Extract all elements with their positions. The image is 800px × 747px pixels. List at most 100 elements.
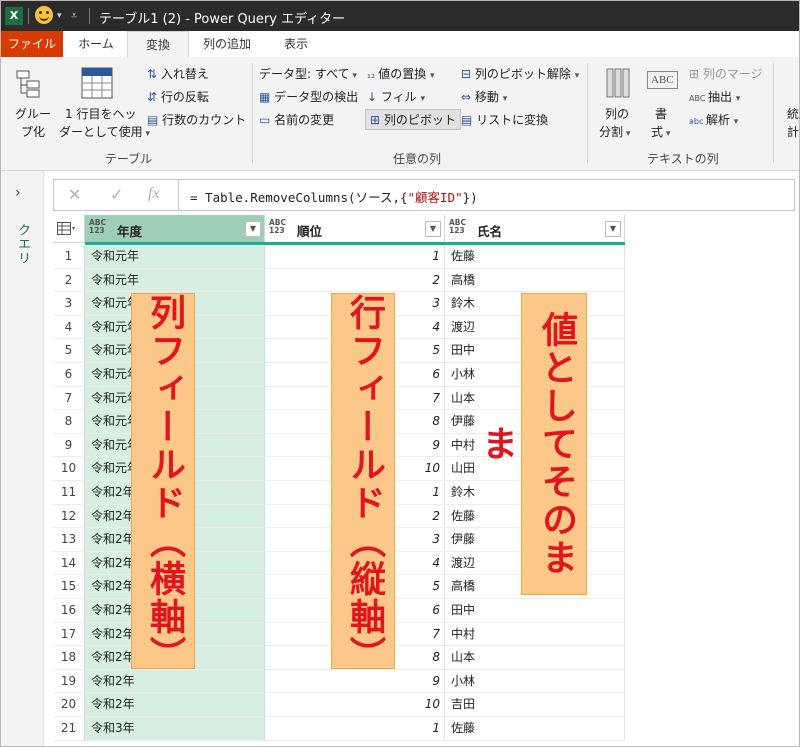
row-number[interactable]: 5	[53, 339, 85, 363]
tab-view[interactable]: 表示	[267, 31, 325, 57]
cell-name[interactable]: 中村	[445, 622, 625, 647]
cell-name[interactable]: 田中	[445, 599, 625, 623]
statistics-partial-label-1[interactable]: 統	[787, 105, 799, 122]
to-list-button[interactable]: ▤ リストに変換	[461, 111, 548, 128]
cell-rank[interactable]: 1	[265, 245, 445, 269]
unpivot-icon: ⊟	[461, 67, 475, 81]
filter-dropdown-icon[interactable]: ▼	[245, 221, 261, 237]
reverse-rows-button[interactable]: ⇵ 行の反転	[147, 88, 209, 105]
row-number[interactable]: 17	[53, 622, 85, 647]
rename-label: 名前の変更	[274, 113, 335, 127]
formula-input[interactable]: = Table.RemoveColumns(ソース,{"顧客ID"})	[190, 187, 478, 206]
queries-pane: › クエリ	[1, 171, 44, 746]
row-number[interactable]: 12	[53, 504, 85, 529]
row-number[interactable]: 16	[53, 599, 85, 623]
row-number[interactable]: 18	[53, 646, 85, 670]
merge-columns-icon: ⊞	[689, 67, 703, 81]
ribbon-separator-2	[587, 63, 588, 163]
split-column-label-1: 列の	[605, 107, 630, 121]
any-column-group-label: 任意の列	[393, 152, 442, 166]
excel-app-icon: X	[5, 7, 23, 25]
cell-name[interactable]: 佐藤	[445, 717, 625, 741]
column-header-name[interactable]: ABC 123 氏名 ▼	[445, 215, 625, 243]
group-by-label-2: プ化	[21, 125, 46, 139]
row-number[interactable]: 6	[53, 363, 85, 387]
cell-name[interactable]: 小林	[445, 669, 625, 694]
pivot-column-button[interactable]: ⊞ 列のピボット	[365, 109, 461, 130]
cell-year[interactable]: 令和3年	[85, 717, 265, 741]
filter-dropdown-icon[interactable]: ▼	[605, 221, 621, 237]
title-separator	[28, 8, 29, 24]
callout-row-field: 行フィールド（縦軸）	[331, 293, 395, 674]
replace-values-button[interactable]: ₁₂ 値の置換	[367, 65, 435, 82]
row-number[interactable]: 19	[53, 669, 85, 694]
row-number[interactable]: 10	[53, 457, 85, 481]
queries-pane-label[interactable]: クエリ	[13, 223, 32, 265]
quick-access-customize-icon[interactable]: ⩡	[71, 9, 77, 23]
merge-columns-button[interactable]: ⊞ 列のマージ	[689, 65, 763, 82]
cell-year[interactable]: 令和2年	[85, 693, 265, 717]
statistics-partial-label-2[interactable]: 計	[787, 123, 799, 140]
ribbon: グルー プ化 1 行目をヘッ ダーとして使用 ⇅ 入れ替え ⇵ 行の反転 ▤ 行…	[1, 57, 799, 171]
row-number[interactable]: 9	[53, 433, 85, 458]
detect-type-button[interactable]: ▦ データ型の検出	[259, 88, 358, 105]
transpose-label: 入れ替え	[160, 67, 209, 81]
row-number[interactable]: 8	[53, 410, 85, 434]
feedback-smiley-icon[interactable]	[35, 6, 53, 24]
commit-formula-icon[interactable]: ✓	[110, 185, 123, 204]
window: X ▾ ⩡ テーブル1 (2) - Power Query エディター ファイル…	[0, 0, 800, 747]
tab-add-column[interactable]: 列の追加	[189, 31, 265, 57]
row-number[interactable]: 11	[53, 481, 85, 505]
ribbon-separator-3	[773, 63, 774, 163]
cell-name[interactable]: 山本	[445, 646, 625, 670]
cell-name[interactable]: 吉田	[445, 693, 625, 717]
column-header-rank[interactable]: ABC 123 順位 ▼	[265, 215, 445, 243]
row-number[interactable]: 20	[53, 693, 85, 717]
move-button[interactable]: ⇔ 移動	[461, 88, 507, 105]
tab-transform[interactable]: 変換	[127, 31, 189, 59]
callout-values: 値としてそのまま	[476, 293, 587, 595]
count-rows-button[interactable]: ▤ 行数のカウント	[147, 111, 246, 128]
row-number[interactable]: 13	[53, 528, 85, 552]
expand-queries-chevron-icon[interactable]: ›	[15, 185, 21, 201]
column-header-year[interactable]: ABC 123 年度 ▼	[85, 215, 265, 243]
to-list-icon: ▤	[461, 113, 477, 127]
transpose-button[interactable]: ⇅ 入れ替え	[147, 65, 209, 82]
tab-home[interactable]: ホーム	[65, 31, 127, 57]
function-fx-icon[interactable]: fx	[148, 185, 160, 203]
data-type-dropdown[interactable]: データ型: すべて	[259, 65, 357, 82]
to-list-label: リストに変換	[476, 113, 549, 127]
filter-dropdown-icon[interactable]: ▼	[425, 221, 441, 237]
fill-button[interactable]: ↓ フィル	[367, 88, 425, 105]
fill-down-icon: ↓	[367, 90, 381, 104]
formula-suffix: })	[462, 190, 478, 205]
cell-rank[interactable]: 2	[265, 268, 445, 293]
move-icon: ⇔	[461, 90, 475, 104]
smiley-dropdown-icon[interactable]: ▾	[57, 11, 62, 21]
count-rows-icon: ▤	[147, 113, 163, 127]
cell-name[interactable]: 佐藤	[445, 245, 625, 269]
cell-name[interactable]: 高橋	[445, 268, 625, 293]
row-number[interactable]: 21	[53, 717, 85, 741]
cell-rank[interactable]: 10	[265, 693, 445, 717]
cell-rank[interactable]: 1	[265, 717, 445, 741]
ribbon-tabs: ファイル ホーム 変換 列の追加 表示	[1, 31, 799, 59]
table-menu-header[interactable]	[53, 215, 85, 243]
row-number[interactable]: 4	[53, 315, 85, 340]
row-number[interactable]: 2	[53, 268, 85, 293]
tab-file[interactable]: ファイル	[1, 31, 63, 57]
cancel-formula-icon[interactable]: ✕	[68, 185, 81, 204]
callout-column-field: 列フィールド（横軸）	[131, 293, 195, 674]
cell-year[interactable]: 令和元年	[85, 245, 265, 269]
row-number[interactable]: 14	[53, 551, 85, 576]
unpivot-button[interactable]: ⊟ 列のピボット解除	[461, 65, 579, 82]
row-number[interactable]: 15	[53, 575, 85, 599]
row-number[interactable]: 1	[53, 245, 85, 269]
row-number[interactable]: 7	[53, 386, 85, 411]
cell-year[interactable]: 令和元年	[85, 268, 265, 293]
parse-button[interactable]: abc 解析	[689, 111, 738, 128]
column-name-name: 氏名	[477, 224, 503, 239]
row-number[interactable]: 3	[53, 292, 85, 316]
extract-button[interactable]: ABC 抽出	[689, 88, 740, 105]
rename-button[interactable]: ▭ 名前の変更	[259, 111, 334, 128]
